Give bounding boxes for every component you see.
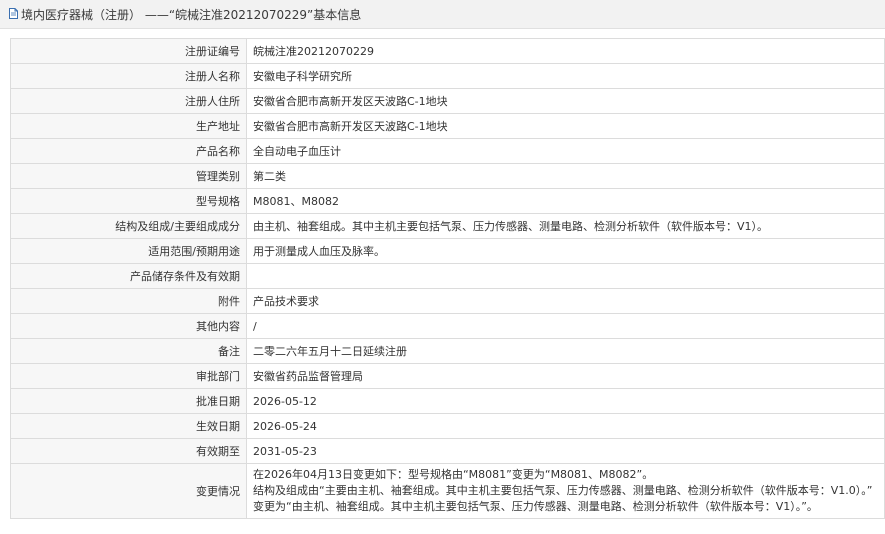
- field-value: 全自动电子血压计: [246, 138, 885, 164]
- table-row: 注册人住所 安徽省合肥市高新开发区天波路C-1地块: [10, 88, 885, 114]
- table-row: 附件 产品技术要求: [10, 288, 885, 314]
- field-value: 第二类: [246, 163, 885, 189]
- field-value: 由主机、袖套组成。其中主机主要包括气泵、压力传感器、测量电路、检测分析软件（软件…: [246, 213, 885, 239]
- field-label: 注册人住所: [10, 88, 247, 114]
- page-header: 境内医疗器械（注册） ——“皖械注准20212070229”基本信息: [0, 0, 885, 29]
- field-label: 审批部门: [10, 363, 247, 389]
- table-row-change-history: 变更情况 在2026年04月13日变更如下：型号规格由“M8081”变更为“M80…: [10, 463, 885, 519]
- detail-table-body: 注册证编号 皖械注准20212070229 注册人名称 安徽电子科学研究所 注册人住所安…: [10, 38, 885, 519]
- field-label: 产品储存条件及有效期: [10, 263, 247, 289]
- field-label: 有效期至: [10, 438, 247, 464]
- field-label: 管理类别: [10, 163, 247, 189]
- field-value: 用于测量成人血压及脉率。: [246, 238, 885, 264]
- field-label: 适用范围/预期用途: [10, 238, 247, 264]
- field-label: 其他内容: [10, 313, 247, 339]
- field-label: 生效日期: [10, 413, 247, 439]
- field-value: 2026-05-12: [246, 388, 885, 414]
- table-row: 型号规格 M8081、M8082: [10, 188, 885, 214]
- field-value: 安徽省药品监督管理局: [246, 363, 885, 389]
- detail-table: 注册证编号 皖械注准20212070229 注册人名称 安徽电子科学研究所 注册人住所安…: [10, 38, 885, 519]
- field-label: 附件: [10, 288, 247, 314]
- table-row: 注册人名称 安徽电子科学研究所: [10, 63, 885, 89]
- change-history-line: 结构及组成由“主要由主机、袖套组成。其中主机主要包括气泵、压力传感器、测量电路、…: [253, 484, 873, 497]
- detail-table-container: 注册证编号 皖械注准20212070229 注册人名称 安徽电子科学研究所 注册人住所安…: [10, 38, 885, 519]
- change-history-value: 在2026年04月13日变更如下：型号规格由“M8081”变更为“M8081、M…: [246, 463, 885, 519]
- field-label: 产品名称: [10, 138, 247, 164]
- field-value: 2026-05-24: [246, 413, 885, 439]
- field-value: 安徽电子科学研究所: [246, 63, 885, 89]
- field-value: 二零二六年五月十二日延续注册: [246, 338, 885, 364]
- document-icon: [9, 7, 18, 19]
- page-title: 境内医疗器械（注册） ——“皖械注准20212070229”基本信息: [21, 7, 362, 22]
- table-row: 结构及组成/主要组成成分 由主机、袖套组成。其中主机主要包括气泵、压力传感器、测量…: [10, 213, 885, 239]
- field-value: /: [246, 313, 885, 339]
- table-row: 备注 二零二六年五月十二日延续注册: [10, 338, 885, 364]
- change-history-line: 变更为“由主机、袖套组成。其中主机主要包括气泵、压力传感器、测量电路、检测分析软…: [253, 500, 818, 513]
- field-value: 皖械注准20212070229: [246, 38, 885, 64]
- field-value: 安徽省合肥市高新开发区天波路C-1地块: [246, 88, 885, 114]
- field-label: 结构及组成/主要组成成分: [10, 213, 247, 239]
- table-row: 产品储存条件及有效期: [10, 263, 885, 289]
- field-value: 产品技术要求: [246, 288, 885, 314]
- field-value: 2031-05-23: [246, 438, 885, 464]
- field-value: [246, 263, 885, 289]
- table-row: 适用范围/预期用途 用于测量成人血压及脉率。: [10, 238, 885, 264]
- table-row: 批准日期 2026-05-12: [10, 388, 885, 414]
- field-label: 备注: [10, 338, 247, 364]
- table-row: 注册证编号 皖械注准20212070229: [10, 38, 885, 64]
- table-row: 其他内容 /: [10, 313, 885, 339]
- field-label: 批准日期: [10, 388, 247, 414]
- table-row: 产品名称 全自动电子血压计: [10, 138, 885, 164]
- table-row: 生效日期 2026-05-24: [10, 413, 885, 439]
- table-row: 有效期至 2031-05-23: [10, 438, 885, 464]
- field-value: M8081、M8082: [246, 188, 885, 214]
- field-label: 变更情况: [10, 463, 247, 519]
- field-label: 注册证编号: [10, 38, 247, 64]
- field-label: 生产地址: [10, 113, 247, 139]
- table-row: 管理类别 第二类: [10, 163, 885, 189]
- field-value: 安徽省合肥市高新开发区天波路C-1地块: [246, 113, 885, 139]
- table-row: 生产地址 安徽省合肥市高新开发区天波路C-1地块: [10, 113, 885, 139]
- table-row: 审批部门 安徽省药品监督管理局: [10, 363, 885, 389]
- change-history-line: 在2026年04月13日变更如下：型号规格由“M8081”变更为“M8081、M…: [253, 468, 654, 481]
- field-label: 注册人名称: [10, 63, 247, 89]
- field-label: 型号规格: [10, 188, 247, 214]
